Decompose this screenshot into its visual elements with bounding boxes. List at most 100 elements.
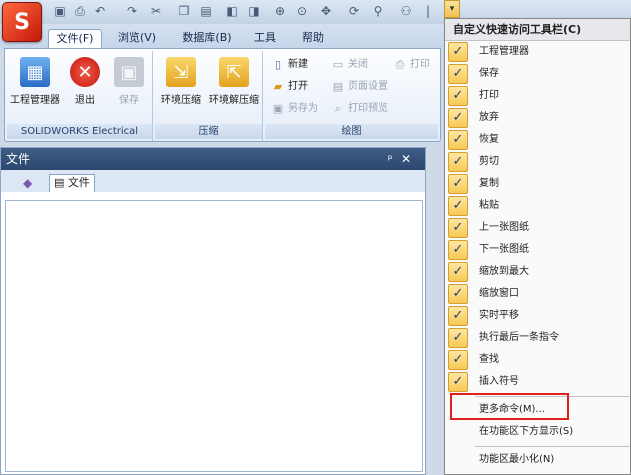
project-manager-button[interactable]: ▦ 工程管理器	[9, 55, 61, 113]
copy-icon[interactable]: ❐	[176, 3, 192, 19]
zoom-window-icon[interactable]: ⊙	[294, 3, 310, 19]
pan-icon[interactable]: ✥	[318, 3, 334, 19]
zoom-fit-icon[interactable]: ⊕	[272, 3, 288, 19]
group-label: 压缩	[155, 124, 262, 139]
menu-item[interactable]: ✓ 实时平移	[445, 305, 630, 327]
highlight-box	[450, 393, 569, 420]
diamond-icon[interactable]: ◆	[23, 176, 37, 190]
panel-buttons: ᵖ✕	[388, 148, 419, 170]
undo-icon[interactable]: ↶	[92, 3, 108, 19]
print-button[interactable]: ⎙ 打印	[393, 57, 430, 73]
menu-item[interactable]: ✓ 执行最后一条指令	[445, 327, 630, 349]
check-icon: ✓	[448, 86, 468, 106]
check-icon: ✓	[448, 108, 468, 128]
decompress-icon: ⇱	[219, 57, 249, 87]
ribbon: ▦ 工程管理器 ✕ 退出 ▣ 保存 SOLIDWORKS Electrical …	[4, 48, 441, 142]
insert-symbol-icon[interactable]: ⚇	[398, 3, 414, 19]
decompress-environment-button[interactable]: ⇱ 环境解压缩	[207, 55, 261, 113]
check-icon: ✓	[448, 130, 468, 150]
panel-title: 文件	[6, 152, 31, 166]
close-icon[interactable]: ✕	[401, 152, 419, 166]
check-icon: ✓	[448, 328, 468, 348]
show-below-ribbon-item[interactable]: 在功能区下方显示(S)	[445, 421, 630, 443]
save-icon[interactable]: ▣	[52, 3, 68, 19]
print-preview-icon: ⌕	[334, 102, 342, 115]
tab-help[interactable]: 帮助	[298, 29, 328, 48]
menu-item[interactable]: ✓ 剪切	[445, 151, 630, 173]
tab-files[interactable]: ▤ 文件	[49, 174, 95, 192]
check-icon: ✓	[448, 240, 468, 260]
check-icon: ✓	[448, 262, 468, 282]
tab-tools[interactable]: 工具	[250, 29, 280, 48]
page-setup-button[interactable]: ▤ 页面设置	[331, 79, 388, 95]
menu-separator	[475, 446, 630, 447]
open-folder-icon: ▰	[273, 80, 283, 93]
panel-tabs: ◆ ▤ 文件	[1, 170, 425, 192]
save-button[interactable]: ▣ 保存	[109, 55, 149, 113]
compress-environment-button[interactable]: ⇲ 环境压缩	[157, 55, 205, 113]
check-icon: ✓	[448, 350, 468, 370]
compress-icon: ⇲	[166, 57, 196, 87]
project-manager-icon: ▦	[20, 57, 50, 87]
menu-item[interactable]: ✓ 上一张图纸	[445, 217, 630, 239]
pin-icon[interactable]: ᵖ	[388, 152, 401, 166]
menu-item[interactable]: ✓ 粘贴	[445, 195, 630, 217]
check-icon: ✓	[448, 42, 468, 62]
menu-item[interactable]: ✓ 下一张图纸	[445, 239, 630, 261]
tab-browse[interactable]: 浏览(V)	[112, 29, 162, 48]
redo-icon[interactable]: ↷	[124, 3, 140, 19]
minimize-ribbon-item[interactable]: 功能区最小化(N)	[445, 449, 630, 471]
menu-item[interactable]: ✓ 恢复	[445, 129, 630, 151]
menu-item[interactable]: ✓ 缩放窗口	[445, 283, 630, 305]
panel-title-bar: 文件 ᵖ✕	[1, 148, 425, 170]
close-doc-icon: ▭	[332, 58, 344, 71]
menu-item[interactable]: ✓ 工程管理器	[445, 41, 630, 63]
tab-database[interactable]: 数据库(B)	[178, 29, 236, 48]
print-icon[interactable]: ⎙	[72, 3, 88, 19]
app-logo[interactable]: S	[2, 2, 42, 42]
check-icon: ✓	[448, 218, 468, 238]
new-button[interactable]: ▯ 新建	[271, 57, 308, 73]
menu-item[interactable]: ✓ 查找	[445, 349, 630, 371]
menu-item[interactable]: ✓ 放弃	[445, 107, 630, 129]
group-label: 绘图	[265, 124, 438, 139]
check-icon: ✓	[448, 174, 468, 194]
previous-sheet-icon[interactable]: ◧	[224, 3, 240, 19]
page-setup-icon: ▤	[332, 80, 344, 93]
panel-content[interactable]	[5, 200, 423, 472]
next-sheet-icon[interactable]: ◨	[246, 3, 262, 19]
paste-icon[interactable]: ▤	[198, 3, 214, 19]
close-button[interactable]: ▭ 关闭	[331, 57, 368, 73]
menu-item[interactable]: ✓ 打印	[445, 85, 630, 107]
group-compress: ⇲ 环境压缩 ⇱ 环境解压缩 压缩	[155, 51, 263, 141]
tab-file[interactable]: 文件(F)	[48, 29, 102, 48]
print-preview-button[interactable]: ⌕ 打印预览	[331, 101, 388, 117]
check-icon: ✓	[448, 306, 468, 326]
check-icon: ✓	[448, 196, 468, 216]
save-as-icon: ▣	[272, 102, 284, 115]
open-button[interactable]: ▰ 打开	[271, 79, 308, 95]
menu-item[interactable]: ✓ 缩放到最大	[445, 261, 630, 283]
cut-icon[interactable]: ✂	[148, 3, 164, 19]
find-icon[interactable]: ⚲	[370, 3, 386, 19]
check-icon: ✓	[448, 64, 468, 84]
separator-icon: |	[425, 4, 431, 18]
menu-title: 自定义快速访问工具栏(C)	[445, 19, 630, 41]
qat-customize-dropdown[interactable]: ▾	[444, 0, 460, 18]
save-as-button[interactable]: ▣ 另存为	[271, 101, 318, 117]
group-drawing: ▯ 新建 ▰ 打开 ▣ 另存为 ▭ 关闭 ▤ 页面设置 ⌕ 打印预览 ⎙ 打印 绘图	[265, 51, 438, 141]
save-icon: ▣	[114, 57, 144, 87]
check-icon: ✓	[448, 284, 468, 304]
exit-button[interactable]: ✕ 退出	[65, 55, 105, 113]
menu-item[interactable]: ✓ 保存	[445, 63, 630, 85]
check-icon: ✓	[448, 152, 468, 172]
print-icon: ⎙	[395, 58, 405, 71]
group-solidworks-electrical: ▦ 工程管理器 ✕ 退出 ▣ 保存 SOLIDWORKS Electrical	[7, 51, 153, 141]
menu-item[interactable]: ✓ 复制	[445, 173, 630, 195]
file-panel: 文件 ᵖ✕ ◆ ▤ 文件	[0, 147, 426, 475]
menu-item[interactable]: ✓ 插入符号	[445, 371, 630, 393]
group-label: SOLIDWORKS Electrical	[7, 124, 152, 139]
check-icon: ✓	[448, 372, 468, 392]
repeat-command-icon[interactable]: ⟳	[346, 3, 362, 19]
new-icon: ▯	[274, 58, 282, 71]
